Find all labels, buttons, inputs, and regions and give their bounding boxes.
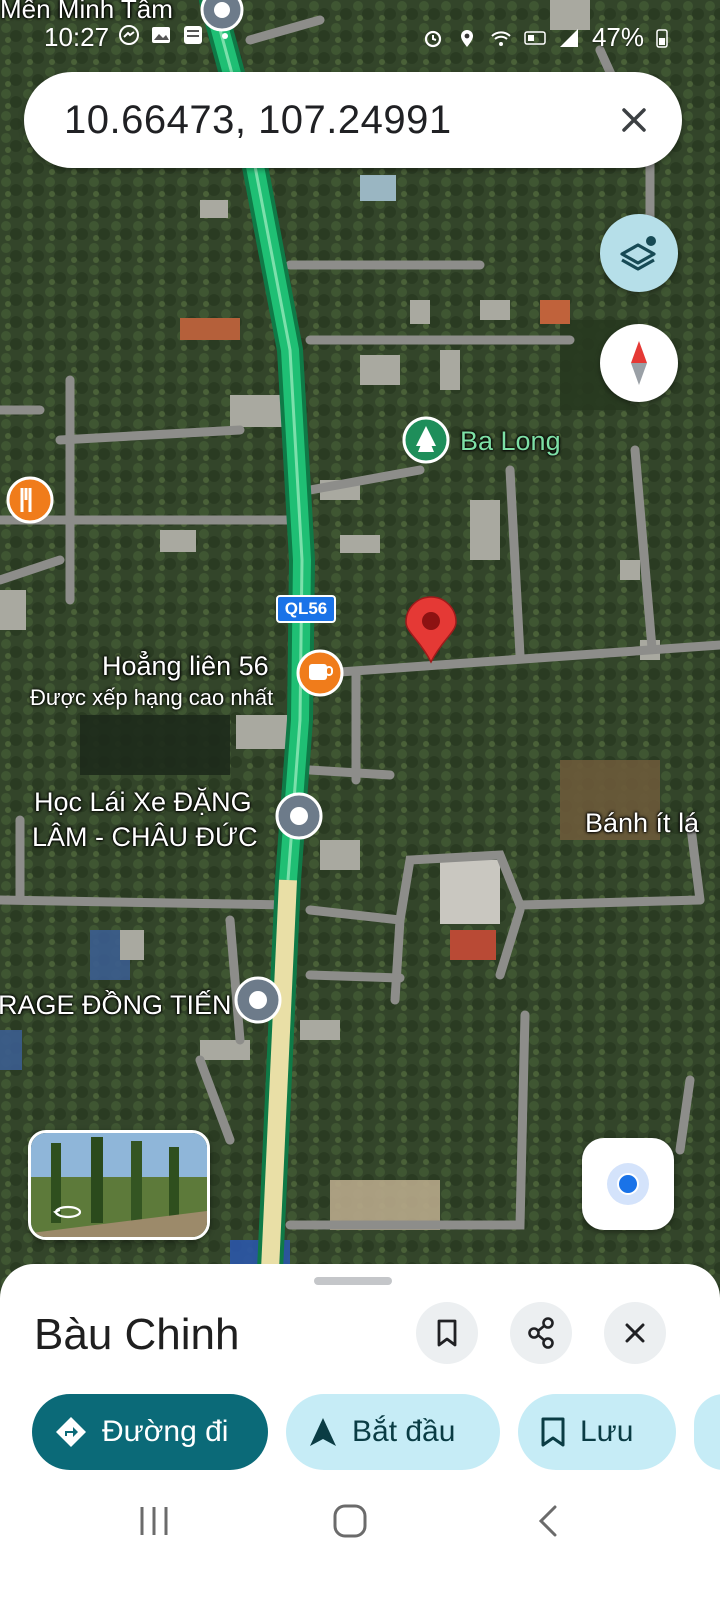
garage-marker xyxy=(234,976,282,1024)
poi-label-hoc-lai-xe-2[interactable]: LÂM - CHÂU ĐỨC xyxy=(32,822,258,853)
directions-button[interactable]: Đường đi xyxy=(32,1394,268,1470)
sheet-drag-handle[interactable] xyxy=(314,1277,392,1285)
search-query[interactable]: 10.66473, 107.24991 xyxy=(64,98,452,143)
status-bar: 10:27 47% xyxy=(0,0,720,72)
poi-label-ba-long[interactable]: Ba Long xyxy=(460,426,561,457)
compass-icon xyxy=(631,341,647,385)
rotate-360-icon xyxy=(53,1205,82,1219)
directions-label: Đường đi xyxy=(102,1415,229,1448)
alarm-icon xyxy=(424,30,442,47)
save-button[interactable]: Lưu xyxy=(518,1394,676,1470)
search-bar[interactable]: 10.66473, 107.24991 xyxy=(24,72,682,168)
messenger-icon xyxy=(119,25,139,45)
route-shield: QL56 xyxy=(276,595,336,623)
start-button[interactable]: Bắt đầu xyxy=(286,1394,500,1470)
bookmark-button[interactable] xyxy=(416,1302,478,1364)
close-sheet-button[interactable] xyxy=(604,1302,666,1364)
layers-button[interactable] xyxy=(600,214,678,292)
my-location-button[interactable] xyxy=(582,1138,674,1230)
share-button[interactable] xyxy=(510,1302,572,1364)
back-icon[interactable] xyxy=(536,1504,560,1538)
battery-icon xyxy=(656,28,668,48)
poi-sublabel-hoang-lien: Được xếp hạng cao nhất xyxy=(30,685,274,710)
gallery-icon xyxy=(152,27,170,43)
driving-school-marker xyxy=(275,792,323,840)
directions-icon xyxy=(56,1417,86,1447)
compass-button[interactable] xyxy=(600,324,678,402)
signal-icon xyxy=(559,28,578,47)
battery-percent: 47% xyxy=(591,22,644,52)
share-icon xyxy=(528,1317,554,1349)
layers-icon xyxy=(620,236,656,271)
poi-label-hoang-lien[interactable]: Hoẳng liên 56 xyxy=(102,651,269,682)
dot-icon xyxy=(222,33,228,39)
bookmark-icon xyxy=(437,1319,457,1347)
close-icon[interactable] xyxy=(610,96,658,144)
baomoi-icon xyxy=(184,26,202,44)
volte-icon xyxy=(524,30,546,45)
start-label: Bắt đầu xyxy=(352,1415,456,1448)
wifi-icon xyxy=(491,30,511,46)
poi-ba-long-marker xyxy=(402,416,450,464)
close-icon xyxy=(625,1323,645,1343)
bookmark-icon xyxy=(541,1417,565,1447)
my-location-icon xyxy=(607,1163,649,1205)
poi-label-hoc-lai-xe-1[interactable]: Học Lái Xe ĐẶNG xyxy=(34,787,252,818)
poi-label-garage[interactable]: RAGE ĐỒNG TIẾN xyxy=(0,990,232,1021)
location-icon xyxy=(460,29,473,47)
place-title: Bàu Chinh xyxy=(34,1310,240,1359)
recents-icon[interactable] xyxy=(136,1504,172,1538)
restaurant-marker xyxy=(6,476,54,524)
navigation-arrow-icon xyxy=(310,1418,336,1446)
poi-label-banh-it[interactable]: Bánh ít lá xyxy=(585,808,699,839)
system-nav-bar xyxy=(0,1486,720,1600)
home-icon[interactable] xyxy=(332,1503,368,1539)
save-label: Lưu xyxy=(580,1415,634,1448)
status-time: 10:27 xyxy=(44,22,110,52)
street-view-thumbnail[interactable] xyxy=(28,1130,210,1240)
cafe-marker xyxy=(296,649,344,697)
